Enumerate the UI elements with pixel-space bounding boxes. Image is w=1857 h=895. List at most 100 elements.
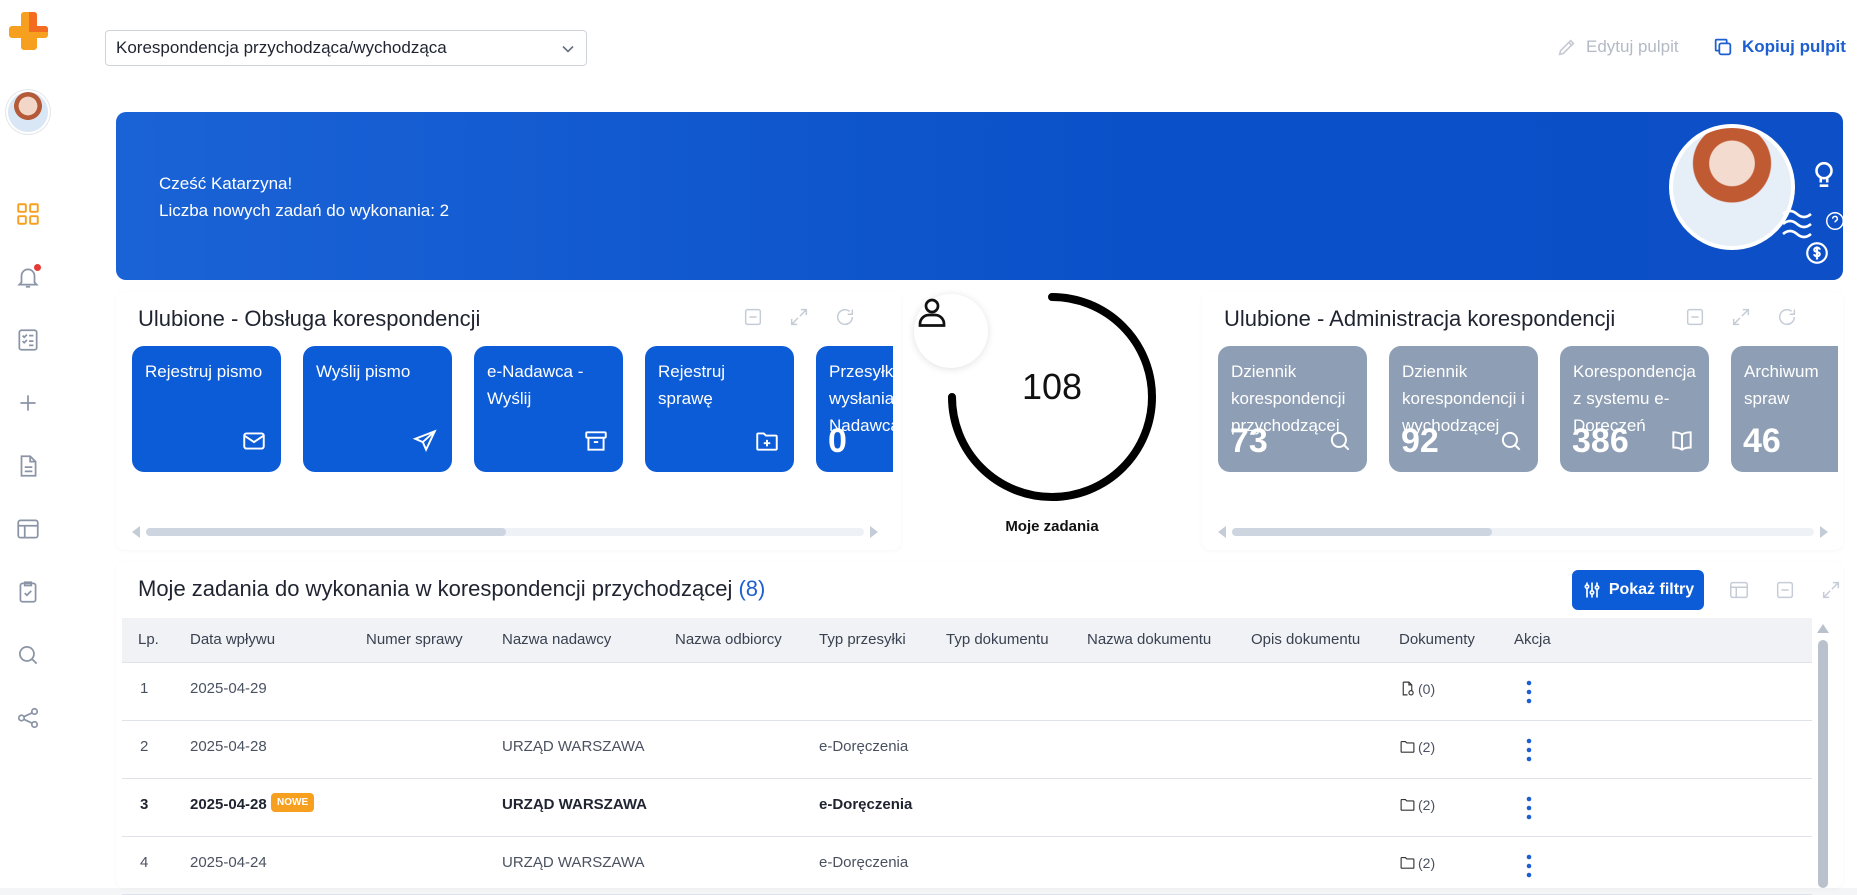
kebab-menu-icon[interactable] [1519,737,1539,763]
show-filters-button[interactable]: Pokaż filtry [1572,570,1704,610]
col-shipment-type[interactable]: Typ przesyłki [819,631,906,648]
minimize-icon[interactable] [1684,306,1706,328]
show-filters-label: Pokaż filtry [1608,581,1695,598]
cell-sender: URZĄD WARSZAWA [502,796,647,813]
tile-register-case[interactable]: Rejestruj sprawę [645,346,794,472]
search-icon [1501,431,1521,451]
tile-count: 46 [1743,422,1781,460]
scroll-thumb[interactable] [146,528,506,536]
table-row[interactable]: 3 2025-04-28 NOWE URZĄD WARSZAWA e-Doręc… [122,779,1812,837]
tile-e-nadawca-send[interactable]: e-Nadawca - Wyślij [474,346,623,472]
vertical-scrollbar[interactable] [1816,624,1830,888]
person-icon [918,298,946,327]
panel-controls [1684,306,1798,328]
edit-dashboard-button[interactable]: Edytuj pulpit [1556,36,1679,58]
plus-icon[interactable] [14,389,42,417]
cell-lp: 4 [140,854,149,871]
scroll-up-arrow[interactable] [1817,624,1829,633]
minimize-icon[interactable] [742,306,764,328]
expand-icon[interactable] [1820,579,1842,601]
documents-link[interactable]: (2) [1399,738,1435,755]
dashboard-select[interactable]: Korespondencja przychodząca/wychodząca [105,30,587,66]
col-document-description[interactable]: Opis dokumentu [1251,631,1360,648]
documents-count: (0) [1418,680,1436,697]
col-document-type[interactable]: Typ dokumentu [946,631,1049,648]
expand-icon[interactable] [1730,306,1752,328]
folder-icon [1400,856,1415,869]
panel-controls [1728,579,1857,601]
col-document-name[interactable]: Nazwa dokumentu [1087,631,1211,648]
documents-count: (2) [1418,854,1436,871]
scroll-left-arrow[interactable] [1218,526,1226,538]
tasks-title-text: Moje zadania do wykonania w korespondenc… [138,576,733,601]
minimize-icon[interactable] [1774,579,1796,601]
tasks-count: (8) [738,576,766,601]
scroll-thumb[interactable] [1818,640,1828,888]
tile-label: Rejestruj pismo [145,362,263,381]
sidebar [0,0,67,888]
search-icon[interactable] [14,641,42,669]
dashboard-icon[interactable] [14,200,42,228]
columns-layout-icon[interactable] [1728,579,1750,601]
clipboard-check-icon[interactable] [14,578,42,606]
col-lp[interactable]: Lp. [138,631,159,648]
col-date[interactable]: Data wpływu [190,631,275,648]
table-row[interactable]: 2 2025-04-28 URZĄD WARSZAWA e-Doręczenia… [122,721,1812,779]
tile-label: Rejestruj sprawę [658,362,726,408]
checklist-icon[interactable] [14,326,42,354]
tile-send-letter[interactable]: Wyślij pismo [303,346,452,472]
tile-label: e-Nadawca - Wyślij [487,362,584,408]
dollar-badge-icon[interactable] [1804,240,1830,266]
kebab-menu-icon[interactable] [1519,679,1539,705]
share-icon[interactable] [14,704,42,732]
folder-icon [1400,798,1415,811]
col-action[interactable]: Akcja [1514,631,1551,648]
document-icon[interactable] [14,452,42,480]
lightbulb-icon[interactable] [1810,160,1838,190]
panel-title: Ulubione - Obsługa korespondencji [138,306,481,331]
table-row[interactable]: 1 2025-04-29 (0) [122,663,1812,721]
help-icon[interactable] [1824,210,1843,232]
cell-shipment-type: e-Doręczenia [819,738,909,755]
tile-register-letter[interactable]: Rejestruj pismo [132,346,281,472]
expand-icon[interactable] [788,306,810,328]
scroll-thumb[interactable] [1232,528,1492,536]
col-recipient[interactable]: Nazwa odbiorcy [675,631,782,648]
scroll-right-arrow[interactable] [870,526,878,538]
col-documents[interactable]: Dokumenty [1399,631,1475,648]
cell-date: 2025-04-28 [190,796,267,813]
table-row[interactable]: 4 2025-04-24 URZĄD WARSZAWA e-Doręczenia… [122,837,1812,895]
tile-e-doreczenia[interactable]: Korespondencja z systemu e-Doręczeń 386 [1560,346,1709,472]
layout-icon[interactable] [14,515,42,543]
kebab-menu-icon[interactable] [1519,795,1539,821]
send-icon [412,429,437,453]
scroll-left-arrow[interactable] [132,526,140,538]
documents-link[interactable]: (2) [1399,796,1435,813]
pencil-icon [1558,39,1575,56]
cell-sender: URZĄD WARSZAWA [502,738,645,755]
scroll-right-arrow[interactable] [1820,526,1828,538]
user-avatar[interactable] [8,92,48,132]
horizontal-scrollbar[interactable] [1218,526,1828,538]
mail-icon [243,432,265,450]
new-badge: NOWE [271,793,315,812]
documents-link[interactable]: (0) [1399,680,1435,697]
kebab-menu-icon[interactable] [1519,853,1539,879]
bell-icon[interactable] [14,263,42,291]
tile-shipments-to-send[interactable]: Przesyłki do wysłania e-Nadawca 0 [816,346,893,472]
tile-case-archive[interactable]: Archiwum spraw 46 [1731,346,1838,472]
refresh-icon[interactable] [834,306,856,328]
col-sender[interactable]: Nazwa nadawcy [502,631,611,648]
banner-avatar [1669,124,1795,250]
documents-link[interactable]: (2) [1399,854,1435,871]
tile-incoming-journal[interactable]: Dziennik korespondencji przychodzącej 73 [1218,346,1367,472]
cell-date: 2025-04-28 [190,738,267,755]
copy-dashboard-button[interactable]: Kopiuj pulpit [1712,36,1846,58]
col-case-number[interactable]: Numer sprawy [366,631,463,648]
tile-outgoing-journal[interactable]: Dziennik korespondencji i wychodzącej 92 [1389,346,1538,472]
main-content: Korespondencja przychodząca/wychodząca E… [66,0,1857,895]
app-logo-icon[interactable] [6,8,52,54]
horizontal-scrollbar[interactable] [132,526,878,538]
refresh-icon[interactable] [1776,306,1798,328]
my-tasks-gauge[interactable]: 108 Moje zadania [912,292,1192,550]
